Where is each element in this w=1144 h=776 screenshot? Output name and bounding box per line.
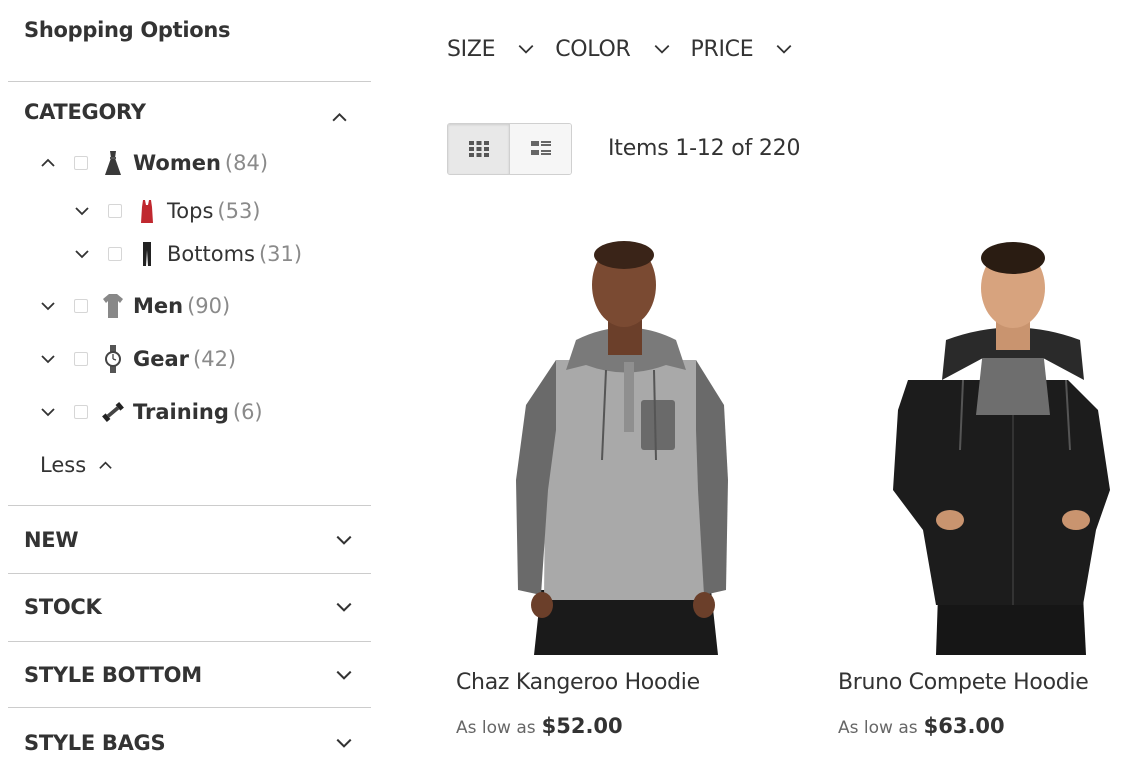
- product-price: As low as $63.00: [838, 714, 1005, 738]
- chevron-down-icon[interactable]: [74, 246, 90, 262]
- category-label: Tops: [167, 199, 214, 223]
- view-mode-switcher: [447, 123, 572, 175]
- as-low-as-label: As low as: [456, 718, 536, 738]
- as-low-as-label: As low as: [838, 718, 918, 738]
- filter-label: SIZE: [447, 36, 496, 62]
- product-price: As low as $52.00: [456, 714, 623, 738]
- watch-icon: [100, 345, 126, 373]
- shopping-options-sidebar: Shopping Options CATEGORY Women (84) Top…: [8, 0, 371, 765]
- chevron-up-icon: [98, 458, 113, 473]
- category-item-training[interactable]: Training (6): [40, 397, 263, 427]
- filter-style-bags[interactable]: STYLE BAGS: [8, 710, 371, 776]
- category-label: Bottoms: [167, 242, 255, 266]
- filter-label: STYLE BAGS: [24, 731, 166, 755]
- category-count: (6): [232, 400, 263, 424]
- chevron-up-icon[interactable]: [40, 155, 56, 171]
- chevron-down-icon[interactable]: [40, 298, 56, 314]
- category-count: (31): [258, 242, 303, 266]
- filter-label: NEW: [24, 528, 79, 552]
- less-toggle[interactable]: Less: [40, 450, 113, 480]
- category-count: (90): [187, 294, 231, 318]
- chevron-down-icon: [335, 598, 353, 616]
- filter-price-dropdown[interactable]: PRICE: [691, 37, 794, 62]
- product-image[interactable]: [456, 230, 756, 655]
- category-label: Gear: [133, 347, 190, 371]
- list-icon: [530, 141, 551, 155]
- filter-label: COLOR: [555, 36, 631, 62]
- category-label: Training: [133, 400, 229, 424]
- tshirt-icon: [100, 292, 126, 320]
- chevron-down-icon[interactable]: [40, 351, 56, 367]
- divider: [8, 707, 371, 708]
- category-checkbox[interactable]: [74, 405, 88, 419]
- filter-new[interactable]: NEW: [8, 507, 371, 573]
- category-item-women[interactable]: Women (84): [40, 148, 268, 178]
- shopping-options-title: Shopping Options: [24, 18, 231, 42]
- category-item-gear[interactable]: Gear (42): [40, 344, 236, 374]
- product-name[interactable]: Bruno Compete Hoodie: [838, 670, 1089, 695]
- category-item-bottoms[interactable]: Bottoms (31): [74, 239, 302, 269]
- less-label: Less: [40, 453, 87, 477]
- items-count: Items 1-12 of 220: [608, 136, 801, 161]
- category-item-men[interactable]: Men (90): [40, 291, 230, 321]
- divider: [8, 81, 371, 82]
- category-count: (84): [224, 151, 269, 175]
- category-checkbox[interactable]: [74, 299, 88, 313]
- filter-label: PRICE: [690, 36, 754, 62]
- filter-size-dropdown[interactable]: SIZE: [447, 37, 535, 62]
- category-checkbox[interactable]: [74, 156, 88, 170]
- top-icon: [134, 197, 160, 225]
- category-checkbox[interactable]: [108, 204, 122, 218]
- product-name[interactable]: Chaz Kangeroo Hoodie: [456, 670, 700, 695]
- chevron-down-icon: [335, 666, 353, 684]
- category-label: Women: [133, 151, 221, 175]
- category-count: (42): [193, 347, 237, 371]
- divider: [8, 505, 371, 506]
- chevron-down-icon: [335, 734, 353, 752]
- top-filter-bar: SIZE COLOR PRICE: [447, 33, 813, 65]
- category-count: (53): [217, 199, 261, 223]
- price-amount: $52.00: [541, 714, 623, 738]
- product-image[interactable]: [838, 230, 1138, 655]
- category-checkbox[interactable]: [108, 247, 122, 261]
- chevron-up-icon[interactable]: [331, 109, 348, 126]
- filter-label: STOCK: [24, 595, 102, 619]
- category-header[interactable]: CATEGORY: [24, 100, 146, 124]
- category-item-tops[interactable]: Tops (53): [74, 196, 261, 226]
- grid-icon: [468, 141, 489, 157]
- chevron-down-icon: [335, 531, 353, 549]
- chevron-down-icon: [517, 40, 535, 58]
- chevron-down-icon: [653, 40, 671, 58]
- filter-stock[interactable]: STOCK: [8, 574, 371, 640]
- pants-icon: [134, 240, 160, 268]
- filter-color-dropdown[interactable]: COLOR: [555, 37, 670, 62]
- category-checkbox[interactable]: [74, 352, 88, 366]
- category-label: Men: [133, 294, 184, 318]
- chevron-down-icon: [775, 40, 793, 58]
- list-view-button[interactable]: [509, 124, 571, 174]
- grid-view-button[interactable]: [448, 124, 509, 174]
- dumbbell-icon: [100, 398, 126, 426]
- price-amount: $63.00: [923, 714, 1005, 738]
- filter-label: STYLE BOTTOM: [24, 663, 202, 687]
- filter-style-bottom[interactable]: STYLE BOTTOM: [8, 642, 371, 708]
- chevron-down-icon[interactable]: [74, 203, 90, 219]
- chevron-down-icon[interactable]: [40, 404, 56, 420]
- dress-icon: [100, 149, 126, 177]
